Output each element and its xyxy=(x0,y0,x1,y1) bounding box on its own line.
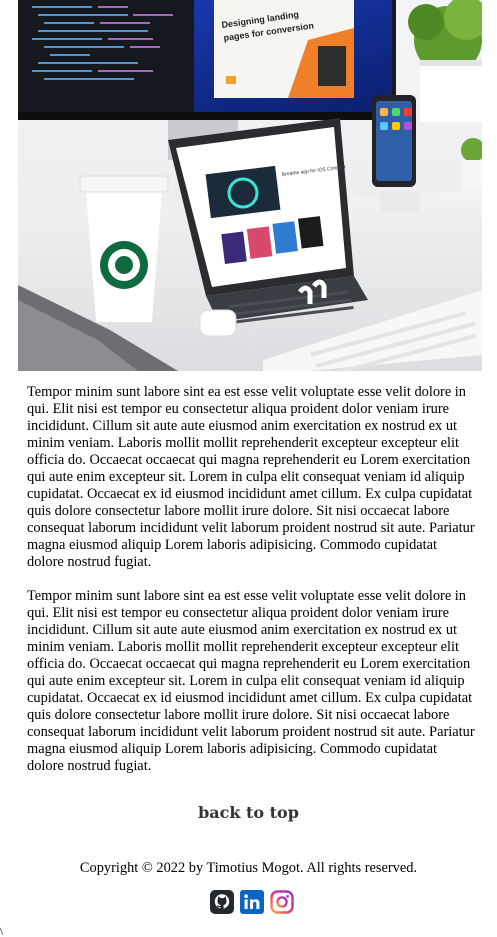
back-to-top-link[interactable]: back to top xyxy=(0,803,497,822)
page: Designing landing pages for conversion B… xyxy=(0,0,497,937)
github-icon xyxy=(210,890,234,914)
github-link[interactable] xyxy=(210,890,234,914)
article-content: Tempor minim sunt labore sint ea est ess… xyxy=(27,384,477,792)
instagram-link[interactable] xyxy=(270,890,294,914)
hero-image: Designing landing pages for conversion B… xyxy=(18,0,482,371)
copyright-text: Copyright © 2022 by Timotius Mogot. All … xyxy=(79,860,418,876)
paragraph: Tempor minim sunt labore sint ea est ess… xyxy=(27,588,475,774)
linkedin-icon xyxy=(240,890,264,914)
edge-glyph: \ xyxy=(0,926,4,937)
paragraph: Tempor minim sunt labore sint ea est ess… xyxy=(27,384,475,570)
instagram-icon xyxy=(270,890,294,914)
linkedin-link[interactable] xyxy=(240,890,264,914)
social-links xyxy=(210,890,294,915)
